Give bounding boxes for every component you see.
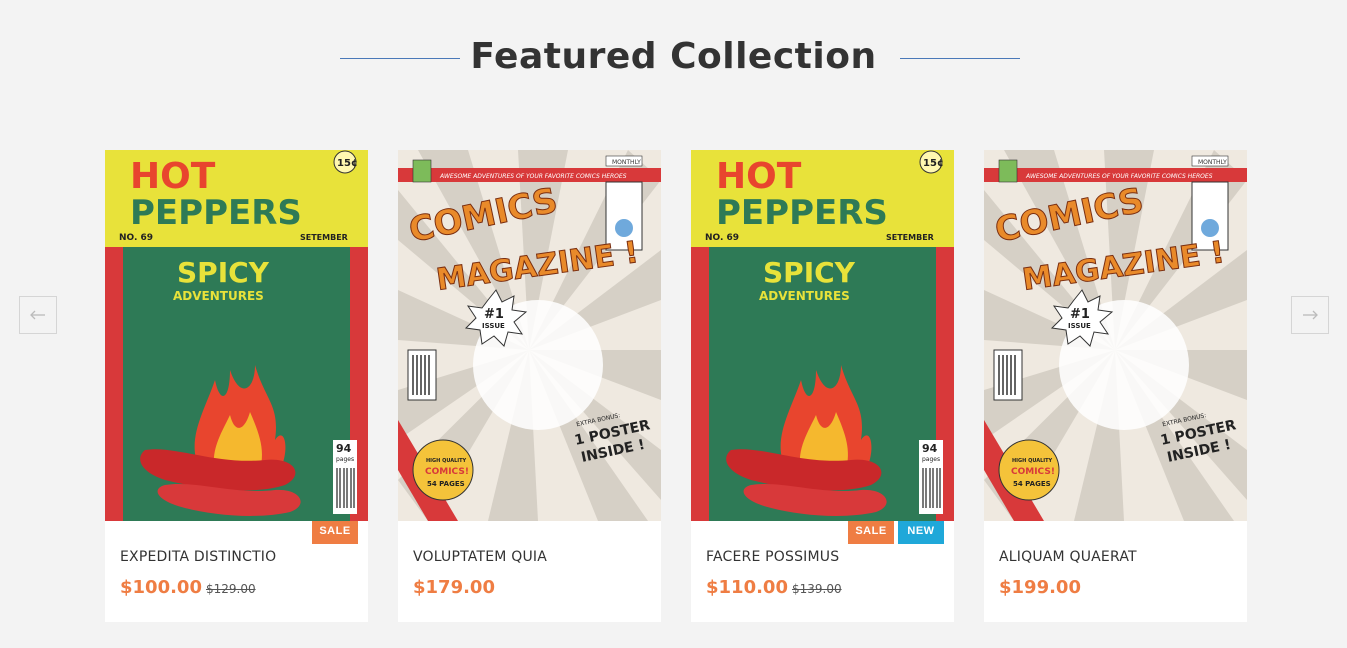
svg-text:ADVENTURES: ADVENTURES xyxy=(173,289,264,303)
product-price: $199.00 xyxy=(999,577,1081,598)
svg-text:54 PAGES: 54 PAGES xyxy=(1013,480,1051,488)
product-card[interactable]: AWESOME ADVENTURES OF YOUR FAVORITE COMI… xyxy=(398,150,661,622)
svg-text:94: 94 xyxy=(922,442,938,455)
svg-text:ISSUE: ISSUE xyxy=(482,322,505,330)
carousel-prev-button[interactable] xyxy=(19,296,57,334)
svg-text:MONTHLY: MONTHLY xyxy=(612,159,641,166)
comics-magazine-cover: AWESOME ADVENTURES OF YOUR FAVORITE COMI… xyxy=(398,150,661,521)
svg-text:HIGH QUALITY: HIGH QUALITY xyxy=(426,458,467,464)
svg-text:PEPPERS: PEPPERS xyxy=(716,193,888,233)
svg-text:ISSUE: ISSUE xyxy=(1068,322,1091,330)
svg-text:SPICY: SPICY xyxy=(763,256,856,289)
product-card[interactable]: HOT PEPPERS 15¢ NO. 69 SETEMBER SPICY AD… xyxy=(105,150,368,622)
svg-text:ADVENTURES: ADVENTURES xyxy=(759,289,850,303)
product-name[interactable]: FACERE POSSIMUS xyxy=(706,549,939,565)
svg-text:HIGH QUALITY: HIGH QUALITY xyxy=(1012,458,1053,464)
hot-peppers-cover: HOT PEPPERS 15¢ NO. 69 SETEMBER SPICY AD… xyxy=(691,150,954,521)
product-card[interactable]: HOT PEPPERS 15¢ NO. 69 SETEMBER SPICY AD… xyxy=(691,150,954,622)
svg-text:AWESOME ADVENTURES OF YOUR FAV: AWESOME ADVENTURES OF YOUR FAVORITE COMI… xyxy=(439,173,627,180)
sale-badge: SALE xyxy=(848,521,894,544)
product-old-price: $139.00 xyxy=(791,582,842,596)
svg-text:54 PAGES: 54 PAGES xyxy=(427,480,465,488)
svg-text:COMICS!: COMICS! xyxy=(1011,467,1055,477)
product-image[interactable]: HOT PEPPERS 15¢ NO. 69 SETEMBER SPICY AD… xyxy=(691,150,954,521)
product-price: $179.00 xyxy=(413,577,495,598)
product-old-price: $129.00 xyxy=(205,582,256,596)
svg-text:MONTHLY: MONTHLY xyxy=(1198,159,1227,166)
svg-text:AWESOME ADVENTURES OF YOUR FAV: AWESOME ADVENTURES OF YOUR FAVORITE COMI… xyxy=(1025,173,1213,180)
product-image[interactable]: AWESOME ADVENTURES OF YOUR FAVORITE COMI… xyxy=(984,150,1247,521)
title-divider-right xyxy=(900,58,1020,59)
svg-text:PEPPERS: PEPPERS xyxy=(130,193,302,233)
svg-text:pages: pages xyxy=(336,456,354,463)
carousel-next-button[interactable] xyxy=(1291,296,1329,334)
svg-text:HOT: HOT xyxy=(716,156,802,197)
product-image[interactable]: AWESOME ADVENTURES OF YOUR FAVORITE COMI… xyxy=(398,150,661,521)
svg-text:SETEMBER: SETEMBER xyxy=(300,233,348,242)
arrow-left-icon xyxy=(30,310,45,320)
hot-peppers-cover: HOT PEPPERS 15¢ NO. 69 SETEMBER SPICY AD… xyxy=(105,150,368,521)
product-price: $110.00 xyxy=(706,577,788,598)
product-name[interactable]: VOLUPTATEM QUIA xyxy=(413,549,646,565)
product-image[interactable]: HOT PEPPERS 15¢ NO. 69 SETEMBER SPICY AD… xyxy=(105,150,368,521)
svg-text:#1: #1 xyxy=(1070,307,1090,322)
arrow-right-icon xyxy=(1303,310,1318,320)
svg-text:pages: pages xyxy=(922,456,940,463)
product-card[interactable]: AWESOME ADVENTURES OF YOUR FAVORITE COMI… xyxy=(984,150,1247,622)
comics-magazine-cover: AWESOME ADVENTURES OF YOUR FAVORITE COMI… xyxy=(984,150,1247,521)
svg-text:SETEMBER: SETEMBER xyxy=(886,233,934,242)
svg-text:HOT: HOT xyxy=(130,156,216,197)
section-header: Featured Collection xyxy=(0,36,1347,77)
svg-text:NO. 69: NO. 69 xyxy=(119,233,153,243)
svg-text:94: 94 xyxy=(336,442,352,455)
svg-text:15¢: 15¢ xyxy=(923,158,944,169)
product-name[interactable]: EXPEDITA DISTINCTIO xyxy=(120,549,353,565)
product-price: $100.00 xyxy=(120,577,202,598)
product-name[interactable]: ALIQUAM QUAERAT xyxy=(999,549,1232,565)
sale-badge: SALE xyxy=(312,521,358,544)
svg-text:NO. 69: NO. 69 xyxy=(705,233,739,243)
svg-text:#1: #1 xyxy=(484,307,504,322)
section-title: Featured Collection xyxy=(470,36,877,77)
new-badge: NEW xyxy=(898,521,944,544)
svg-text:15¢: 15¢ xyxy=(337,158,358,169)
svg-text:SPICY: SPICY xyxy=(177,256,270,289)
svg-text:COMICS!: COMICS! xyxy=(425,467,469,477)
